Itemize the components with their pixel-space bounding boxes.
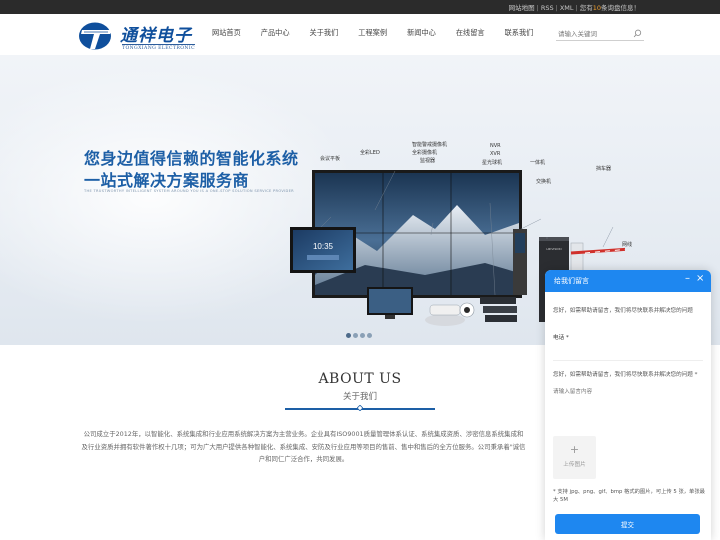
label-xvr: XVR bbox=[490, 151, 501, 157]
search-input[interactable] bbox=[558, 28, 628, 40]
top-bar: 网站地图 | RSS | XML | 您有10条询盘信息！ bbox=[0, 0, 720, 14]
nav-products[interactable]: 产品中心 bbox=[261, 28, 290, 38]
label-nvr: NVR bbox=[490, 143, 501, 149]
nav-about[interactable]: 关于我们 bbox=[310, 28, 339, 38]
upload-image-label: 上传图片 bbox=[563, 462, 586, 468]
page: 网站地图 | RSS | XML | 您有10条询盘信息！ 通祥电子 TONGXIANG E… bbox=[0, 0, 720, 540]
xml-link[interactable]: XML bbox=[560, 4, 574, 12]
message-textarea[interactable] bbox=[553, 387, 703, 427]
about-text-line2: 及行业资质并拥有软件著作权十几项；可为广大用户提供各种智能化、系统集成、安防及行… bbox=[81, 442, 526, 451]
slide-dot-3[interactable] bbox=[360, 333, 365, 338]
tablet-time: 10:35 bbox=[313, 242, 334, 251]
message-widget-title: 给我们留言 bbox=[554, 277, 589, 285]
brand-name-cn: 通祥电子 bbox=[120, 26, 192, 46]
banner-title-line2: 一站式解决方案服务商 bbox=[84, 171, 250, 190]
top-links: 网站地图 | RSS | XML | 您有10条询盘信息！ bbox=[508, 2, 640, 12]
label-conference-tablet: 会议平板 bbox=[320, 156, 341, 162]
minimize-icon[interactable]: – bbox=[685, 273, 690, 284]
label-full-color-led: 全彩LED bbox=[360, 150, 380, 156]
nav-message[interactable]: 在线留言 bbox=[456, 28, 485, 38]
upload-image-button[interactable]: + 上传图片 bbox=[553, 436, 596, 479]
message-widget-header: 给我们留言 – × bbox=[545, 270, 711, 292]
label-barrier: 挡车器 bbox=[596, 166, 612, 172]
sitemap-link[interactable]: 网站地图 bbox=[509, 2, 535, 12]
site-header: 通祥电子 TONGXIANG ELECTRONIC 网站首页 产品中心 关于我们… bbox=[0, 14, 720, 55]
upload-note: * 支持 jpg、png、gif、bmp 格式的图片，可上传 5 张，单张最大 … bbox=[553, 489, 705, 503]
slide-dot-4[interactable] bbox=[367, 333, 372, 338]
nav-cases[interactable]: 工程案例 bbox=[358, 28, 387, 38]
about-description: 公司成立于2012年，以智能化、系统集成和行业应用系统解决方案为主营业务。企业具… bbox=[62, 428, 545, 466]
about-text-line1: 公司成立于2012年，以智能化、系统集成和行业应用系统解决方案为主营业务。企业具… bbox=[83, 430, 524, 438]
phone-label: 电话 * bbox=[553, 335, 569, 341]
search-box bbox=[556, 27, 644, 41]
close-icon[interactable]: × bbox=[696, 273, 704, 284]
label-switch: 交换机 bbox=[536, 179, 552, 185]
brand-name-en: TONGXIANG ELECTRONIC bbox=[122, 44, 195, 51]
logo[interactable]: 通祥电子 TONGXIANG ELECTRONIC bbox=[78, 19, 202, 53]
banner-subtitle: THE TRUSTWORTHY INTELLIGENT SYSTEM AROUN… bbox=[84, 189, 294, 193]
message-widget: 给我们留言 – × 您好，如需帮助请留言，我们将尽快联系并解决您的问题 电话 *… bbox=[545, 270, 711, 540]
label-all-in-one: 一体机 bbox=[530, 160, 546, 166]
slide-dot-2[interactable] bbox=[353, 333, 358, 338]
plus-icon: + bbox=[569, 443, 580, 456]
svg-text:HIKVISION: HIKVISION bbox=[546, 247, 561, 251]
slide-indicators bbox=[346, 333, 374, 338]
label-full-color-camera: 全彩摄像机 bbox=[412, 150, 438, 156]
label-smart-alert-camera: 智能警戒摄像机 bbox=[412, 142, 448, 148]
message-intro: 您好，如需帮助请留言，我们将尽快联系并解决您的问题 bbox=[553, 308, 693, 314]
label-starlight-dome: 星光球机 bbox=[482, 160, 503, 166]
divider-diamond-icon bbox=[357, 405, 363, 411]
nav-home[interactable]: 网站首页 bbox=[212, 28, 241, 38]
banner-title-line1: 您身边值得信赖的智能化系统 bbox=[84, 149, 299, 168]
label-monitor: 监视器 bbox=[420, 158, 436, 164]
about-text-line3: 户和同仁广泛合作，共同发展。 bbox=[258, 455, 349, 463]
inquiry-notice-prefix: 您有 bbox=[579, 4, 593, 12]
label-network-cable: 网线 bbox=[622, 242, 633, 248]
main-nav: 网站首页 产品中心 关于我们 工程案例 新闻中心 在线留言 联系我们 bbox=[212, 28, 553, 38]
nav-news[interactable]: 新闻中心 bbox=[407, 28, 436, 38]
inquiry-count[interactable]: 10 bbox=[593, 4, 601, 12]
phone-field[interactable] bbox=[553, 343, 703, 361]
search-icon[interactable] bbox=[633, 29, 642, 38]
inquiry-notice-suffix: 条询盘信息！ bbox=[601, 4, 640, 12]
nvr-box bbox=[480, 297, 516, 304]
nav-contact[interactable]: 联系我们 bbox=[505, 28, 534, 38]
logo-mark-icon bbox=[79, 22, 112, 50]
rss-link[interactable]: RSS bbox=[541, 4, 554, 12]
submit-button[interactable]: 提交 bbox=[555, 514, 700, 534]
message-label: 您好，如需帮助请留言，我们将尽快联系并解决您的问题 * bbox=[553, 372, 698, 378]
slide-dot-1[interactable] bbox=[346, 333, 351, 338]
